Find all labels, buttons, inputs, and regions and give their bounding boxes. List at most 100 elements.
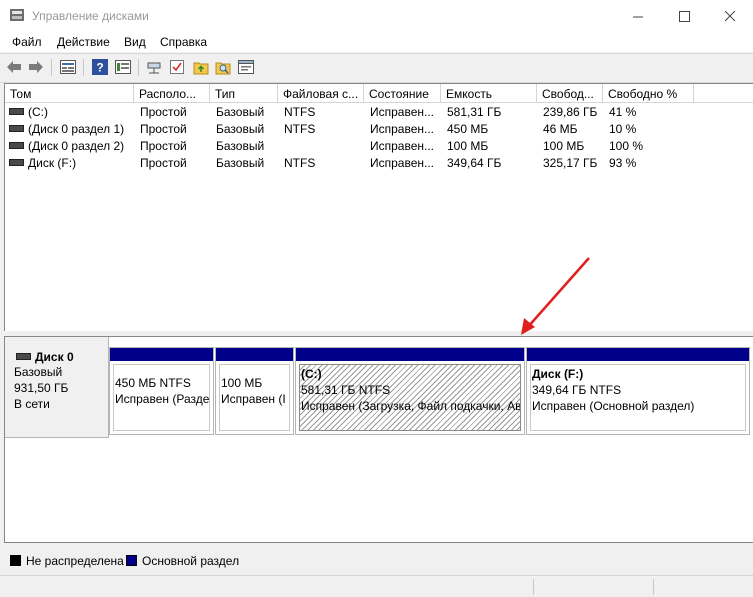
- column-header-type[interactable]: Тип: [210, 84, 278, 103]
- maximize-icon: [678, 10, 690, 22]
- table-row[interactable]: Диск (F:) Простой Базовый NTFS Исправен... 34…: [5, 155, 753, 172]
- toolbar: ?: [0, 53, 753, 83]
- close-button[interactable]: [707, 0, 753, 32]
- table-cell: (C:): [9, 104, 131, 121]
- partition-status: Исправен (Загрузка, Файл подкачки, Ав: [301, 399, 520, 413]
- column-header-free-percent[interactable]: Свободно %: [603, 84, 694, 103]
- forward-button[interactable]: [27, 58, 45, 76]
- drive-icon: [9, 125, 24, 133]
- view-button[interactable]: [237, 58, 255, 76]
- minimize-button[interactable]: [615, 0, 661, 32]
- table-cell: Простой: [140, 104, 209, 121]
- menu-action[interactable]: Действие: [57, 35, 110, 49]
- column-header-status[interactable]: Состояние: [364, 84, 441, 103]
- partition-1[interactable]: 450 МБ NTFS Исправен (Разде: [109, 347, 214, 435]
- column-header-layout[interactable]: Располо...: [134, 84, 210, 103]
- partition-size: 450 МБ NTFS: [115, 376, 191, 390]
- status-bar: [0, 575, 753, 597]
- cell-text: (Диск 0 раздел 1): [28, 122, 125, 136]
- column-header-free-space[interactable]: Свобод...: [537, 84, 603, 103]
- cell-text: Исправен...: [370, 122, 435, 136]
- view-icon: [238, 60, 254, 74]
- cell-text: 10 %: [609, 122, 637, 136]
- cell-text: 100 %: [609, 139, 644, 153]
- status-separator: [533, 579, 534, 595]
- column-header-filesystem[interactable]: Файловая с...: [278, 84, 364, 103]
- disk-list-icon: [60, 60, 76, 74]
- cell-text: Базовый: [216, 105, 265, 119]
- toolbar-separator: [83, 59, 84, 76]
- window-title: Управление дисками: [32, 9, 149, 23]
- table-cell: 100 МБ: [543, 138, 602, 155]
- help-button[interactable]: ?: [91, 58, 109, 76]
- connect-icon: [147, 62, 161, 74]
- table-cell: 450 МБ: [447, 121, 536, 138]
- table-row[interactable]: (C:) Простой Базовый NTFS Исправен... 581,31 …: [5, 104, 753, 121]
- primary-partition-bar: [527, 348, 749, 361]
- cell-text: Простой: [140, 139, 187, 153]
- partition-f[interactable]: Диск (F:) 349,64 ГБ NTFS Исправен (Основ…: [526, 347, 750, 435]
- partition-2[interactable]: 100 МБ Исправен (I: [215, 347, 294, 435]
- back-arrow-icon: [7, 61, 21, 73]
- menu-file[interactable]: Файл: [12, 35, 42, 49]
- partition-title: (C:): [301, 367, 322, 381]
- disk-size: 931,50 ГБ: [14, 381, 69, 395]
- disk-name: Диск 0: [35, 350, 74, 364]
- cell-text: Исправен...: [370, 156, 435, 170]
- check-button[interactable]: [168, 58, 186, 76]
- table-cell: Базовый: [216, 121, 277, 138]
- legend-label-primary: Основной раздел: [142, 554, 240, 568]
- cell-text: (C:): [28, 105, 48, 119]
- maximize-button[interactable]: [661, 0, 707, 32]
- cell-text: NTFS: [284, 122, 316, 136]
- back-button[interactable]: [5, 58, 23, 76]
- partition-c[interactable]: (C:) 581,31 ГБ NTFS Исправен (Загрузка, …: [295, 347, 525, 435]
- cell-text: (Диск 0 раздел 2): [28, 139, 125, 153]
- show-disk-list-button[interactable]: [59, 58, 77, 76]
- cell-text: Простой: [140, 156, 187, 170]
- disk-icon: [16, 353, 31, 361]
- connect-button[interactable]: [145, 58, 163, 76]
- table-cell: 100 %: [609, 138, 693, 155]
- menu-help[interactable]: Справка: [160, 35, 207, 49]
- disk-0-label[interactable]: Диск 0 Базовый 931,50 ГБ В сети: [5, 337, 109, 438]
- folder-up-icon: [193, 62, 209, 75]
- table-cell: 93 %: [609, 155, 693, 172]
- table-cell: Базовый: [216, 104, 277, 121]
- disk-management-icon: [10, 9, 24, 21]
- partition-size: 581,31 ГБ NTFS: [301, 383, 391, 397]
- partition-size: 349,64 ГБ NTFS: [532, 383, 622, 397]
- table-row[interactable]: (Диск 0 раздел 2) Простой Базовый Исправен.…: [5, 138, 753, 155]
- cell-text: Исправен...: [370, 105, 435, 119]
- properties-button[interactable]: [114, 58, 132, 76]
- table-cell: 325,17 ГБ: [543, 155, 602, 172]
- properties-icon: [115, 60, 131, 74]
- table-cell: NTFS: [284, 155, 363, 172]
- cell-text: 239,86 ГБ: [543, 105, 598, 119]
- table-cell: 581,31 ГБ: [447, 104, 536, 121]
- cell-text: NTFS: [284, 156, 316, 170]
- legend-swatch-unallocated: [10, 555, 21, 566]
- disk-map: Диск 0 Базовый 931,50 ГБ В сети 450 МБ N…: [4, 336, 753, 543]
- search-folder-button[interactable]: [214, 58, 232, 76]
- drive-icon: [9, 159, 24, 167]
- column-header-volume[interactable]: Том: [5, 84, 134, 103]
- table-cell: (Диск 0 раздел 1): [9, 121, 131, 138]
- disk-type: Базовый: [14, 365, 63, 379]
- svg-text:?: ?: [96, 61, 103, 75]
- column-header-capacity[interactable]: Емкость: [441, 84, 537, 103]
- folder-up-button[interactable]: [192, 58, 210, 76]
- forward-arrow-icon: [29, 61, 43, 73]
- partition-title: Диск (F:): [532, 367, 584, 381]
- primary-partition-bar: [296, 348, 524, 361]
- table-cell: NTFS: [284, 104, 363, 121]
- table-cell: Простой: [140, 155, 209, 172]
- help-icon: ?: [92, 59, 108, 75]
- partition-status: Исправен (Основной раздел): [532, 399, 695, 413]
- cell-text: 46 МБ: [543, 122, 578, 136]
- cell-text: Диск (F:): [28, 156, 77, 170]
- table-row[interactable]: (Диск 0 раздел 1) Простой Базовый NTFS Испра…: [5, 121, 753, 138]
- volume-list[interactable]: Том Располо... Тип Файловая с... Состоян…: [4, 83, 753, 332]
- menu-view[interactable]: Вид: [124, 35, 146, 49]
- partition-status: Исправен (Разде: [115, 392, 209, 406]
